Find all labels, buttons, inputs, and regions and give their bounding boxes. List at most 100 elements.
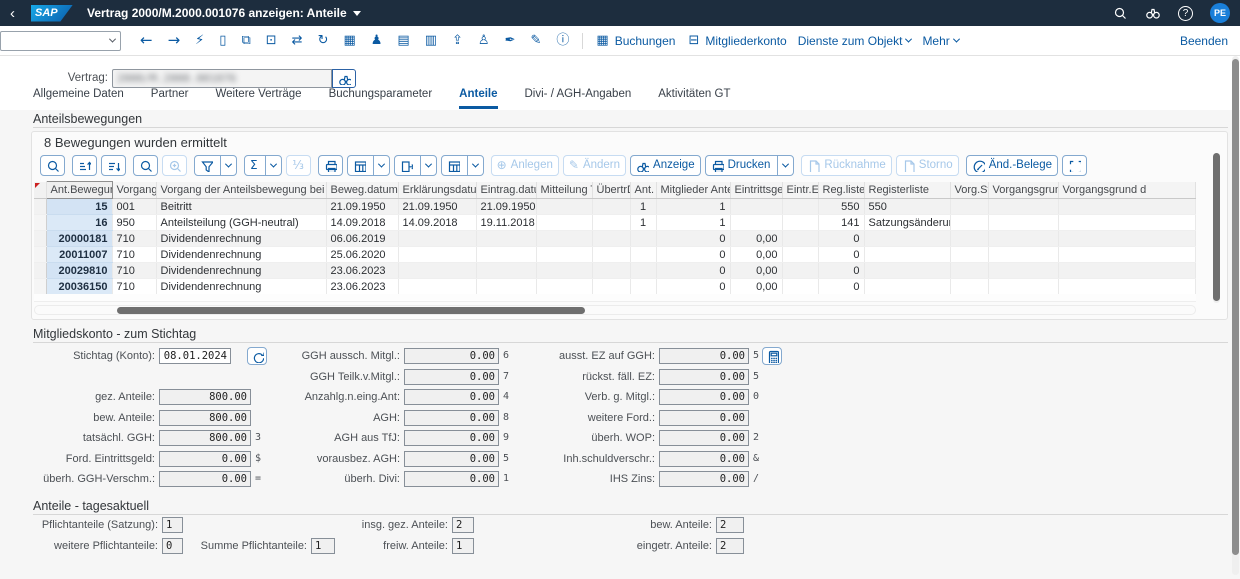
agh-aus-tfj-field[interactable]: 0.00 — [404, 430, 499, 446]
vorausbez-agh-field[interactable]: 0.00 — [404, 451, 499, 467]
filter-button[interactable] — [194, 155, 237, 176]
other-object-icon[interactable]: ⚡ — [193, 32, 206, 49]
anzahlg-field[interactable]: 0.00 — [404, 389, 499, 405]
print-preview-icon[interactable] — [318, 155, 343, 176]
signature-icon[interactable]: ✒ — [503, 32, 518, 49]
row-select-cell[interactable] — [34, 279, 46, 295]
vertrag-input[interactable]: 2000/M.2000.001076 — [112, 69, 332, 88]
tatsaechl-ggh-field[interactable]: 800.00 — [159, 430, 251, 446]
horizontal-scrollbar[interactable] — [34, 305, 1196, 315]
rueckst-faell-ez-field[interactable]: 0.00 — [659, 369, 749, 385]
ihs-zins-field[interactable]: 0.00 — [659, 471, 749, 487]
back-icon[interactable]: ← — [138, 31, 155, 50]
table-row[interactable]: 15 001 Beitritt 21.09.1950 21.09.1950 21… — [34, 199, 1196, 215]
export-icon[interactable]: ⇪ — [450, 32, 465, 49]
tab-partner[interactable]: Partner — [151, 88, 189, 109]
eingetr-anteile-field[interactable]: 2 — [716, 538, 744, 554]
table-vertical-scrollbar-thumb[interactable] — [1213, 153, 1220, 301]
create-icon[interactable]: ▯ — [217, 32, 228, 49]
column-header[interactable]: ÜbertrDat — [592, 182, 630, 199]
drucken-button[interactable]: Drucken — [705, 155, 795, 176]
shell-title[interactable]: Vertrag 2000/M.2000.001076 anzeigen: Ant… — [87, 6, 361, 20]
menu-mehr[interactable]: Mehr — [922, 34, 958, 48]
ford-eintrittsgeld-field[interactable]: 0.00 — [159, 451, 251, 467]
hierarchy-icon[interactable]: ⧉ — [239, 32, 252, 49]
menu-dienste-zum-objekt[interactable]: Dienste zum Objekt — [798, 34, 912, 48]
freiw-anteile-field[interactable]: 1 — [452, 538, 474, 554]
ueberh-ggh-verschm-field[interactable]: 0.00 — [159, 471, 251, 487]
table-vertical-scrollbar[interactable] — [1213, 153, 1220, 303]
tab-allgemeine-daten[interactable]: Allgemeine Daten — [33, 88, 124, 109]
tab-weitere-vertraege[interactable]: Weitere Verträge — [216, 88, 302, 109]
partner-transfer-icon[interactable]: ⇄ — [290, 32, 305, 49]
views-button[interactable] — [347, 155, 390, 176]
column-header[interactable]: Eintrag.datum — [476, 182, 536, 199]
column-header[interactable]: Registerliste — [864, 182, 950, 199]
info-icon[interactable]: ⓘ — [554, 32, 571, 49]
find-icon[interactable] — [133, 155, 158, 176]
page-vertical-scrollbar-thumb[interactable] — [1232, 59, 1239, 555]
sum-button[interactable]: Σ — [244, 155, 282, 176]
command-field[interactable] — [0, 31, 121, 51]
row-select-cell[interactable] — [34, 247, 46, 263]
column-header[interactable]: Mitglieder Anteile — [656, 182, 730, 199]
column-header[interactable]: Vorgang — [112, 182, 156, 199]
tab-divi-agh-angaben[interactable]: Divi- / AGH-Angaben — [525, 88, 632, 109]
row-select-cell[interactable] — [34, 263, 46, 279]
export-button[interactable] — [394, 155, 437, 176]
note-icon[interactable]: ✎ — [528, 32, 543, 49]
table-row[interactable]: 20000181 710 Dividendenrechnung 06.06.20… — [34, 231, 1196, 247]
menu-mitgliederkonto[interactable]: ⊟Mitgliederkonto — [686, 32, 786, 49]
vertrag-search-button[interactable] — [332, 69, 356, 88]
column-header[interactable]: Mitteilung Tod — [536, 182, 592, 199]
sort-descending-icon[interactable] — [101, 155, 126, 176]
sort-ascending-icon[interactable] — [72, 155, 97, 176]
member-report-icon[interactable]: ▤ — [395, 32, 411, 49]
forward-icon[interactable]: → — [166, 31, 183, 50]
verb-g-mitgl-field[interactable]: 0.00 — [659, 389, 749, 405]
user-avatar[interactable]: PE — [1210, 3, 1230, 23]
stichtag-input[interactable]: 08.01.2024 — [159, 348, 231, 364]
column-header[interactable]: Vorgang der Anteilsbewegung bei Mitglied… — [156, 182, 326, 199]
inh-schuldverschr-field[interactable]: 0.00 — [659, 451, 749, 467]
member-icon[interactable]: ♟ — [369, 32, 385, 49]
table-row[interactable]: 20029810 710 Dividendenrechnung 23.06.20… — [34, 263, 1196, 279]
tab-aktivitaeten-gt[interactable]: Aktivitäten GT — [658, 88, 730, 109]
shell-back-icon[interactable]: ‹ — [10, 6, 15, 21]
schedule-icon[interactable]: ▦ — [341, 32, 357, 49]
copy-icon[interactable]: ⊡ — [264, 32, 279, 49]
anzeige-button[interactable]: Anzeige — [630, 155, 701, 176]
help-icon[interactable]: ? — [1178, 6, 1193, 21]
ueberh-divi-field[interactable]: 0.00 — [404, 471, 499, 487]
tab-buchungsparameter[interactable]: Buchungsparameter — [329, 88, 433, 109]
tab-anteile[interactable]: Anteile — [459, 88, 497, 109]
column-header[interactable]: Erklärungsdatum — [398, 182, 476, 199]
column-header[interactable]: Beweg.datum — [326, 182, 398, 199]
table-row[interactable]: 20036150 710 Dividendenrechnung 23.06.20… — [34, 279, 1196, 295]
column-header[interactable]: Vorgangsgrund d — [1058, 182, 1196, 199]
page-vertical-scrollbar[interactable] — [1232, 56, 1239, 575]
ggh-teilk-field[interactable]: 0.00 — [404, 369, 499, 385]
binoculars-icon[interactable] — [1145, 5, 1161, 21]
details-icon[interactable] — [40, 155, 65, 176]
print-icon[interactable]: ▥ — [423, 32, 439, 49]
insg-gez-anteile-field[interactable]: 2 — [452, 517, 474, 533]
row-select-cell[interactable] — [34, 231, 46, 247]
column-header[interactable]: Reg.liste — [818, 182, 864, 199]
calculator-button[interactable] — [762, 347, 782, 365]
row-select-cell[interactable] — [34, 215, 46, 231]
ggh-aussch-mitgl-field[interactable]: 0.00 — [404, 348, 499, 364]
select-all-header[interactable] — [34, 182, 46, 199]
ausst-ez-auf-ggh-field[interactable]: 0.00 — [659, 348, 749, 364]
table-row[interactable]: 20011007 710 Dividendenrechnung 25.06.20… — [34, 247, 1196, 263]
column-header[interactable]: Vorgangsgrund — [988, 182, 1058, 199]
table-row[interactable]: 16 950 Anteilsteilung (GGH-neutral) 14.0… — [34, 215, 1196, 231]
column-header[interactable]: Vorg.St. — [950, 182, 988, 199]
fullscreen-icon[interactable] — [1062, 155, 1087, 176]
gez-anteile-field[interactable]: 800.00 — [159, 389, 251, 405]
pflichtanteile-satzung-field[interactable]: 1 — [162, 517, 183, 533]
search-icon[interactable] — [1112, 5, 1128, 21]
agh-field[interactable]: 0.00 — [404, 410, 499, 426]
column-header[interactable]: Eintrittsgeld — [730, 182, 782, 199]
column-header[interactable]: Ant.Bewegung — [46, 182, 112, 199]
